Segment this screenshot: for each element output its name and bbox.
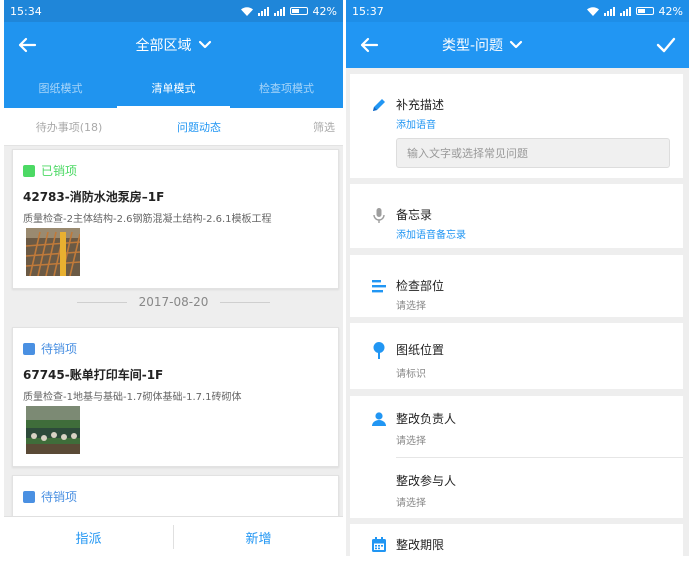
assign-button[interactable]: 指派 (4, 517, 173, 556)
pencil-icon (373, 99, 385, 111)
issue-path: 质量检查-1地基与基础-1.7砌体基础-1.7.1砖砌体 (23, 392, 242, 403)
list-icon (372, 280, 386, 293)
status-bar: 15:34 42% (4, 0, 343, 22)
status-label: 待销项 (41, 490, 78, 504)
battery-level: 42% (658, 4, 683, 18)
issue-title: 67745-账单打印车间-1F (23, 368, 164, 382)
rectify-participant-label: 整改参与人 (396, 474, 457, 488)
issue-list-screen: 15:34 42% 全部区域 图纸模式 清单模式 检查项模式 待办事项(18) … (4, 0, 343, 556)
status-label: 待销项 (41, 342, 78, 356)
date-separator: 2017-08-20 (4, 292, 343, 312)
todo-tab[interactable]: 待办事项(18) (4, 119, 134, 135)
map-pin-icon (373, 342, 385, 359)
supplement-section: 补充描述 添加语音 输入文字或选择常见问题 (350, 74, 683, 178)
comparison-screenshot: 15:34 42% 全部区域 图纸模式 清单模式 检查项模式 待办事项(18) … (0, 0, 695, 575)
drawing-location-label: 图纸位置 (396, 343, 445, 357)
issue-card[interactable]: 待销项 67745-账单打印车间-1F 质量检查-1地基与基础-1.7砌体基础-… (12, 327, 339, 467)
person-icon (372, 412, 386, 426)
filter-button[interactable]: 筛选 (264, 119, 343, 135)
add-voice-memo-link[interactable]: 添加语音备忘录 (396, 226, 466, 241)
memo-label: 备忘录 (396, 208, 433, 222)
chevron-down-icon (509, 40, 523, 49)
chevron-down-icon (198, 40, 211, 49)
issue-form-screen: 15:37 42% 类型-问题 补充描述 添加语音 输入文字或选择常见问题 备忘… (346, 0, 689, 556)
battery-icon (289, 7, 308, 15)
mode-tabs: 图纸模式 清单模式 检查项模式 (4, 68, 343, 108)
rectify-owner-label: 整改负责人 (396, 412, 457, 426)
status-bar: 15:37 42% (346, 0, 689, 22)
signal-icon (257, 6, 269, 16)
battery-icon (635, 7, 654, 15)
drawing-location-row[interactable]: 图纸位置 请标识 (350, 323, 683, 389)
status-time: 15:34 (10, 4, 42, 18)
wifi-icon (586, 6, 599, 16)
add-button[interactable]: 新增 (174, 517, 343, 556)
status-label: 已销项 (41, 164, 78, 178)
wifi-icon (240, 6, 253, 16)
activity-tab[interactable]: 问题动态 (134, 119, 264, 135)
issue-card[interactable]: 已销项 42783-消防水池泵房–1F 质量检查-2主体结构-2.6钢筋混凝土结… (12, 149, 339, 289)
status-square-icon (23, 490, 35, 503)
issue-photo[interactable] (26, 406, 80, 454)
rectify-people-section: 整改负责人 请选择 整改参与人 请选择 (350, 396, 683, 518)
add-voice-link[interactable]: 添加语音 (396, 116, 436, 131)
issue-photo[interactable] (26, 228, 80, 276)
tab-drawing-mode[interactable]: 图纸模式 (4, 68, 117, 108)
rectify-deadline-row[interactable]: 整改期限 (350, 524, 683, 556)
calendar-icon (372, 537, 386, 552)
rectify-participant-value: 请选择 (396, 498, 426, 509)
date-label: 2017-08-20 (138, 295, 209, 309)
signal-icon (603, 6, 615, 16)
signal-icon (619, 6, 631, 16)
rectify-deadline-label: 整改期限 (396, 538, 445, 552)
check-icon[interactable] (655, 34, 677, 56)
microphone-icon (373, 208, 385, 223)
app-bar: 类型-问题 (346, 22, 689, 68)
type-title: 类型-问题 (441, 38, 504, 54)
bottom-action-bar: 指派 新增 (4, 516, 343, 556)
inspect-part-row[interactable]: 检查部位 请选择 (350, 255, 683, 317)
status-time: 15:37 (352, 4, 384, 18)
issue-title: 42783-消防水池泵房–1F (23, 190, 165, 204)
drawing-location-value: 请标识 (396, 369, 426, 380)
tab-inspection-mode[interactable]: 检查项模式 (230, 68, 343, 108)
app-bar: 全部区域 (4, 22, 343, 68)
rectify-owner-row[interactable]: 整改负责人 请选择 (350, 396, 683, 456)
tab-list-mode[interactable]: 清单模式 (117, 68, 230, 108)
inspect-part-label: 检查部位 (396, 279, 445, 293)
filter-bar: 待办事项(18) 问题动态 筛选 (4, 108, 343, 146)
supplement-label: 补充描述 (396, 98, 445, 112)
inspect-part-value: 请选择 (396, 301, 426, 312)
signal-icon (273, 6, 285, 16)
issue-path: 质量检查-2主体结构-2.6钢筋混凝土结构-2.6.1模板工程 (23, 214, 272, 225)
memo-section: 备忘录 添加语音备忘录 (350, 184, 683, 248)
battery-level: 42% (312, 4, 337, 18)
status-square-icon (23, 164, 35, 177)
status-square-icon (23, 342, 35, 355)
region-title: 全部区域 (135, 38, 192, 54)
supplement-input[interactable]: 输入文字或选择常见问题 (396, 138, 670, 168)
type-selector[interactable]: 类型-问题 (346, 22, 619, 68)
region-selector[interactable]: 全部区域 (4, 22, 343, 68)
rectify-participant-row[interactable]: 整改参与人 请选择 (350, 458, 683, 518)
rectify-owner-value: 请选择 (396, 436, 426, 447)
